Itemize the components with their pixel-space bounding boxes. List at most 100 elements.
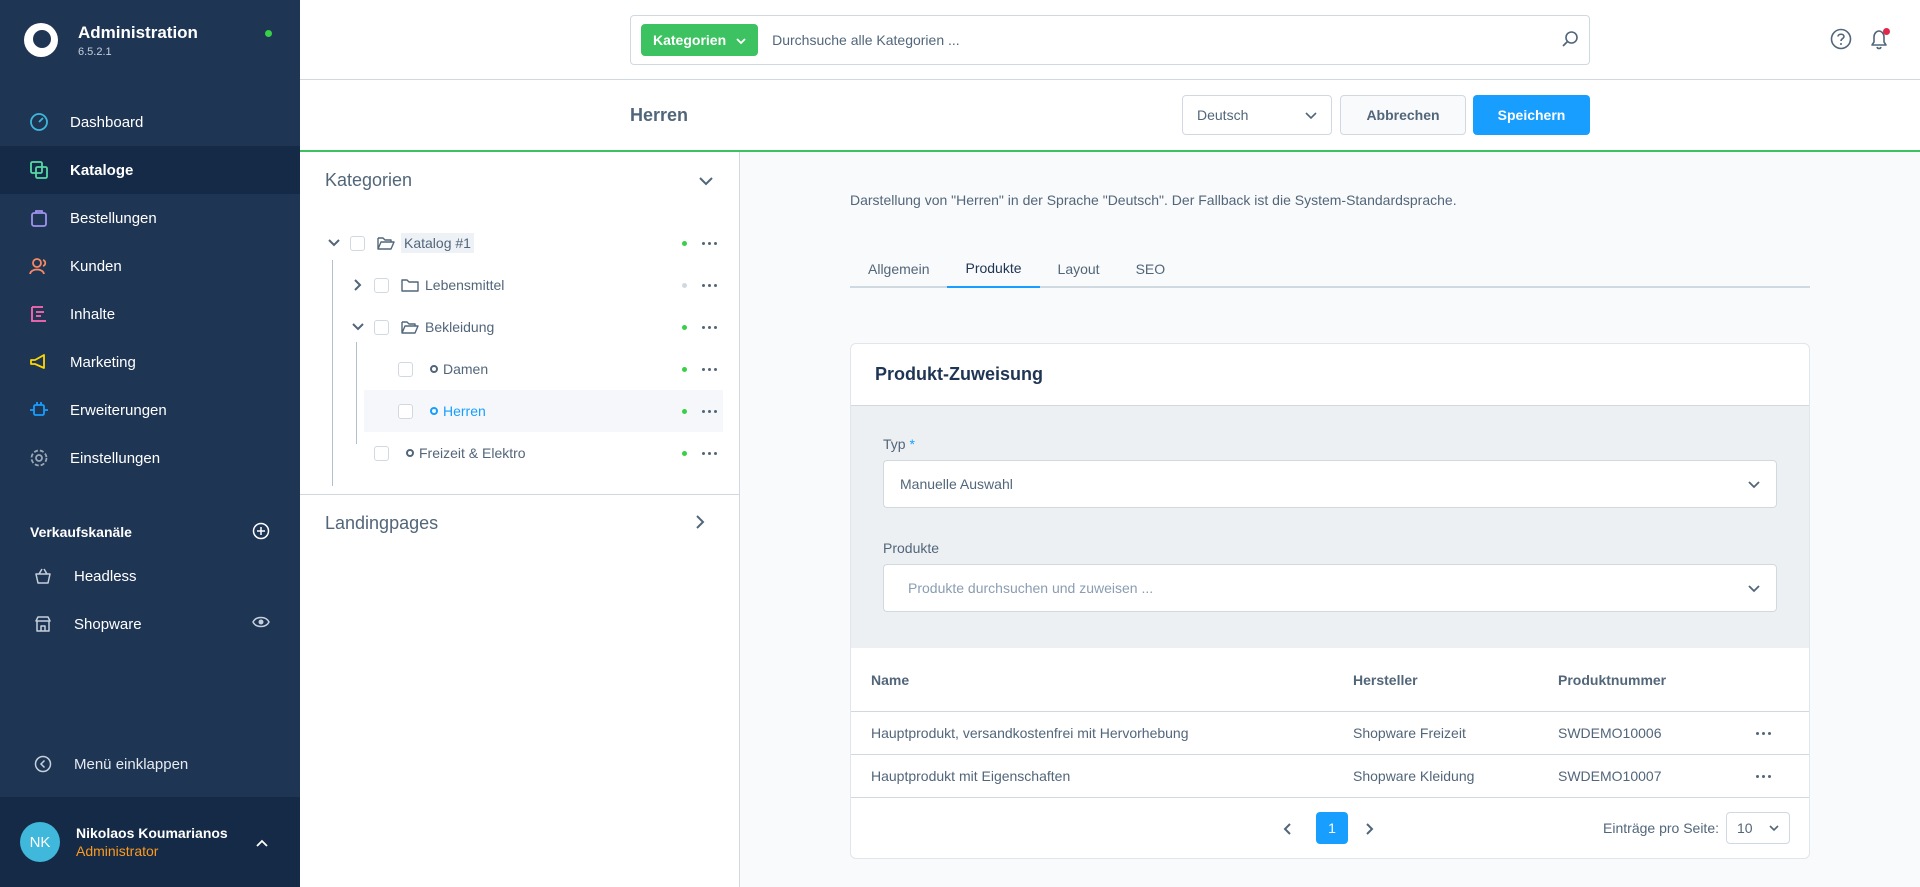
tree-item-checkbox[interactable] (374, 445, 389, 461)
row-actions-icon[interactable] (1756, 774, 1771, 778)
categories-header[interactable]: Kategorien (300, 152, 739, 208)
tree-item-checkbox[interactable] (374, 319, 389, 335)
column-header-number[interactable]: Produktnummer (1558, 672, 1809, 688)
eye-icon[interactable] (252, 615, 270, 633)
sales-channels-title: Verkaufskanäle (30, 524, 132, 540)
tree-item-checkbox[interactable] (398, 403, 413, 419)
extensions-icon (28, 399, 50, 421)
nav-item-bestellungen[interactable]: Bestellungen (0, 194, 300, 242)
tree-item-bekleidung[interactable]: Bekleidung (300, 306, 739, 348)
chevron-down-icon[interactable] (699, 170, 713, 191)
chevron-right-icon[interactable] (350, 279, 366, 291)
card-title: Produkt-Zuweisung (851, 344, 1809, 406)
tree-item-katalog[interactable]: Katalog #1 (300, 222, 739, 264)
chevron-right-icon[interactable] (696, 513, 705, 534)
chevron-down-icon[interactable] (350, 323, 366, 331)
sidebar-header: Administration 6.5.2.1 (0, 0, 300, 80)
save-button[interactable]: Speichern (1473, 95, 1590, 135)
more-options-icon[interactable] (702, 325, 717, 329)
nav-item-dashboard[interactable]: Dashboard (0, 98, 300, 146)
nav-item-kataloge[interactable]: Kataloge (0, 146, 300, 194)
tree-item-freizeit-elektro[interactable]: Freizeit & Elektro (300, 432, 739, 474)
folder-open-icon (377, 234, 395, 252)
tab-produkte[interactable]: Produkte (947, 250, 1040, 288)
nav-label: Bestellungen (70, 209, 157, 227)
tree-item-checkbox[interactable] (350, 235, 365, 251)
search-icon[interactable] (1561, 30, 1579, 51)
landingpages-title: Landingpages (325, 512, 439, 533)
nav-label: Kataloge (70, 161, 134, 179)
nav-item-einstellungen[interactable]: Einstellungen (0, 434, 300, 482)
pagination: 1 Einträge pro Seite: 10 (851, 798, 1809, 858)
previous-page-icon[interactable] (1283, 822, 1291, 838)
landingpages-header[interactable]: Landingpages (300, 495, 739, 551)
cell-manufacturer: Shopware Freizeit (1353, 725, 1466, 741)
type-select[interactable]: Manuelle Auswahl (883, 460, 1777, 508)
category-tree-panel: Kategorien Katalog #1 Lebensmittel Bekle… (300, 152, 740, 887)
products-search-select[interactable]: Produkte durchsuchen und zuweisen ... (883, 564, 1777, 612)
cell-name[interactable]: Hauptprodukt, versandkostenfrei mit Herv… (871, 725, 1353, 741)
more-options-icon[interactable] (702, 451, 717, 455)
column-header-name[interactable]: Name (871, 672, 1353, 688)
chevron-down-icon[interactable] (326, 239, 342, 247)
tree-item-damen[interactable]: Damen (300, 348, 739, 390)
more-options-icon[interactable] (702, 241, 717, 245)
nav-item-kunden[interactable]: Kunden (0, 242, 300, 290)
cell-name[interactable]: Hauptprodukt mit Eigenschaften (871, 768, 1353, 784)
more-options-icon[interactable] (702, 409, 717, 413)
nav-item-inhalte[interactable]: Inhalte (0, 290, 300, 338)
search-type-dropdown[interactable]: Kategorien (641, 24, 759, 56)
nav-label: Erweiterungen (70, 401, 167, 419)
tree-item-herren[interactable]: Herren (364, 390, 723, 432)
notifications-bell-icon[interactable] (1868, 28, 1890, 53)
folder-icon (401, 276, 419, 294)
language-info-text: Darstellung von "Herren" in der Sprache … (850, 192, 1457, 208)
language-value: Deutsch (1197, 107, 1249, 123)
tree-item-lebensmittel[interactable]: Lebensmittel (300, 264, 739, 306)
per-page-select[interactable]: 10 (1726, 812, 1790, 844)
shopware-logo-icon[interactable] (24, 23, 58, 57)
table-row[interactable]: Hauptprodukt mit Eigenschaften Shopware … (851, 755, 1809, 798)
content-icon (28, 303, 50, 325)
sales-channel-shopware[interactable]: Shopware (0, 600, 300, 648)
category-tree: Katalog #1 Lebensmittel Bekleidung Damen… (300, 208, 739, 486)
product-assignment-card: Produkt-Zuweisung Typ * Manuelle Auswahl… (850, 343, 1810, 859)
tree-item-checkbox[interactable] (374, 277, 389, 293)
row-actions-icon[interactable] (1756, 731, 1771, 735)
category-detail: Darstellung von "Herren" in der Sprache … (741, 152, 1920, 887)
type-select-value: Manuelle Auswahl (900, 476, 1013, 492)
sales-channel-headless[interactable]: Headless (0, 552, 300, 600)
column-header-manufacturer[interactable]: Hersteller (1353, 672, 1558, 688)
tree-item-checkbox[interactable] (398, 361, 413, 377)
nav-label: Dashboard (70, 113, 144, 131)
search-input[interactable] (772, 32, 1561, 48)
help-icon[interactable] (1830, 28, 1852, 53)
active-status-icon (682, 408, 687, 414)
more-options-icon[interactable] (702, 367, 717, 371)
nav-label: Einstellungen (70, 449, 161, 467)
tab-seo[interactable]: SEO (1118, 250, 1184, 288)
storefront-icon (32, 613, 54, 635)
chevron-up-icon[interactable] (256, 834, 268, 850)
chevron-down-icon (736, 32, 746, 48)
page-button-current[interactable]: 1 (1316, 812, 1348, 844)
table-header: Name Hersteller Produktnummer (851, 648, 1809, 712)
cell-manufacturer: Shopware Kleidung (1353, 768, 1475, 784)
tab-allgemein[interactable]: Allgemein (850, 250, 947, 288)
collapse-menu-button[interactable]: Menü einklappen (0, 740, 300, 788)
cancel-button[interactable]: Abbrechen (1340, 95, 1466, 135)
next-page-icon[interactable] (1366, 822, 1374, 838)
inactive-status-icon (682, 282, 687, 288)
user-role: Administrator (76, 843, 159, 859)
language-select[interactable]: Deutsch (1182, 95, 1332, 135)
add-sales-channel-icon[interactable] (252, 522, 270, 543)
more-options-icon[interactable] (702, 283, 717, 287)
nav-item-erweiterungen[interactable]: Erweiterungen (0, 386, 300, 434)
user-menu[interactable]: NK Nikolaos Koumarianos Administrator (0, 797, 300, 887)
nav-item-marketing[interactable]: Marketing (0, 338, 300, 386)
search-type-label: Kategorien (653, 32, 727, 48)
table-row[interactable]: Hauptprodukt, versandkostenfrei mit Herv… (851, 712, 1809, 755)
categories-title: Kategorien (325, 169, 413, 190)
tab-layout[interactable]: Layout (1040, 250, 1118, 288)
avatar: NK (20, 822, 60, 862)
